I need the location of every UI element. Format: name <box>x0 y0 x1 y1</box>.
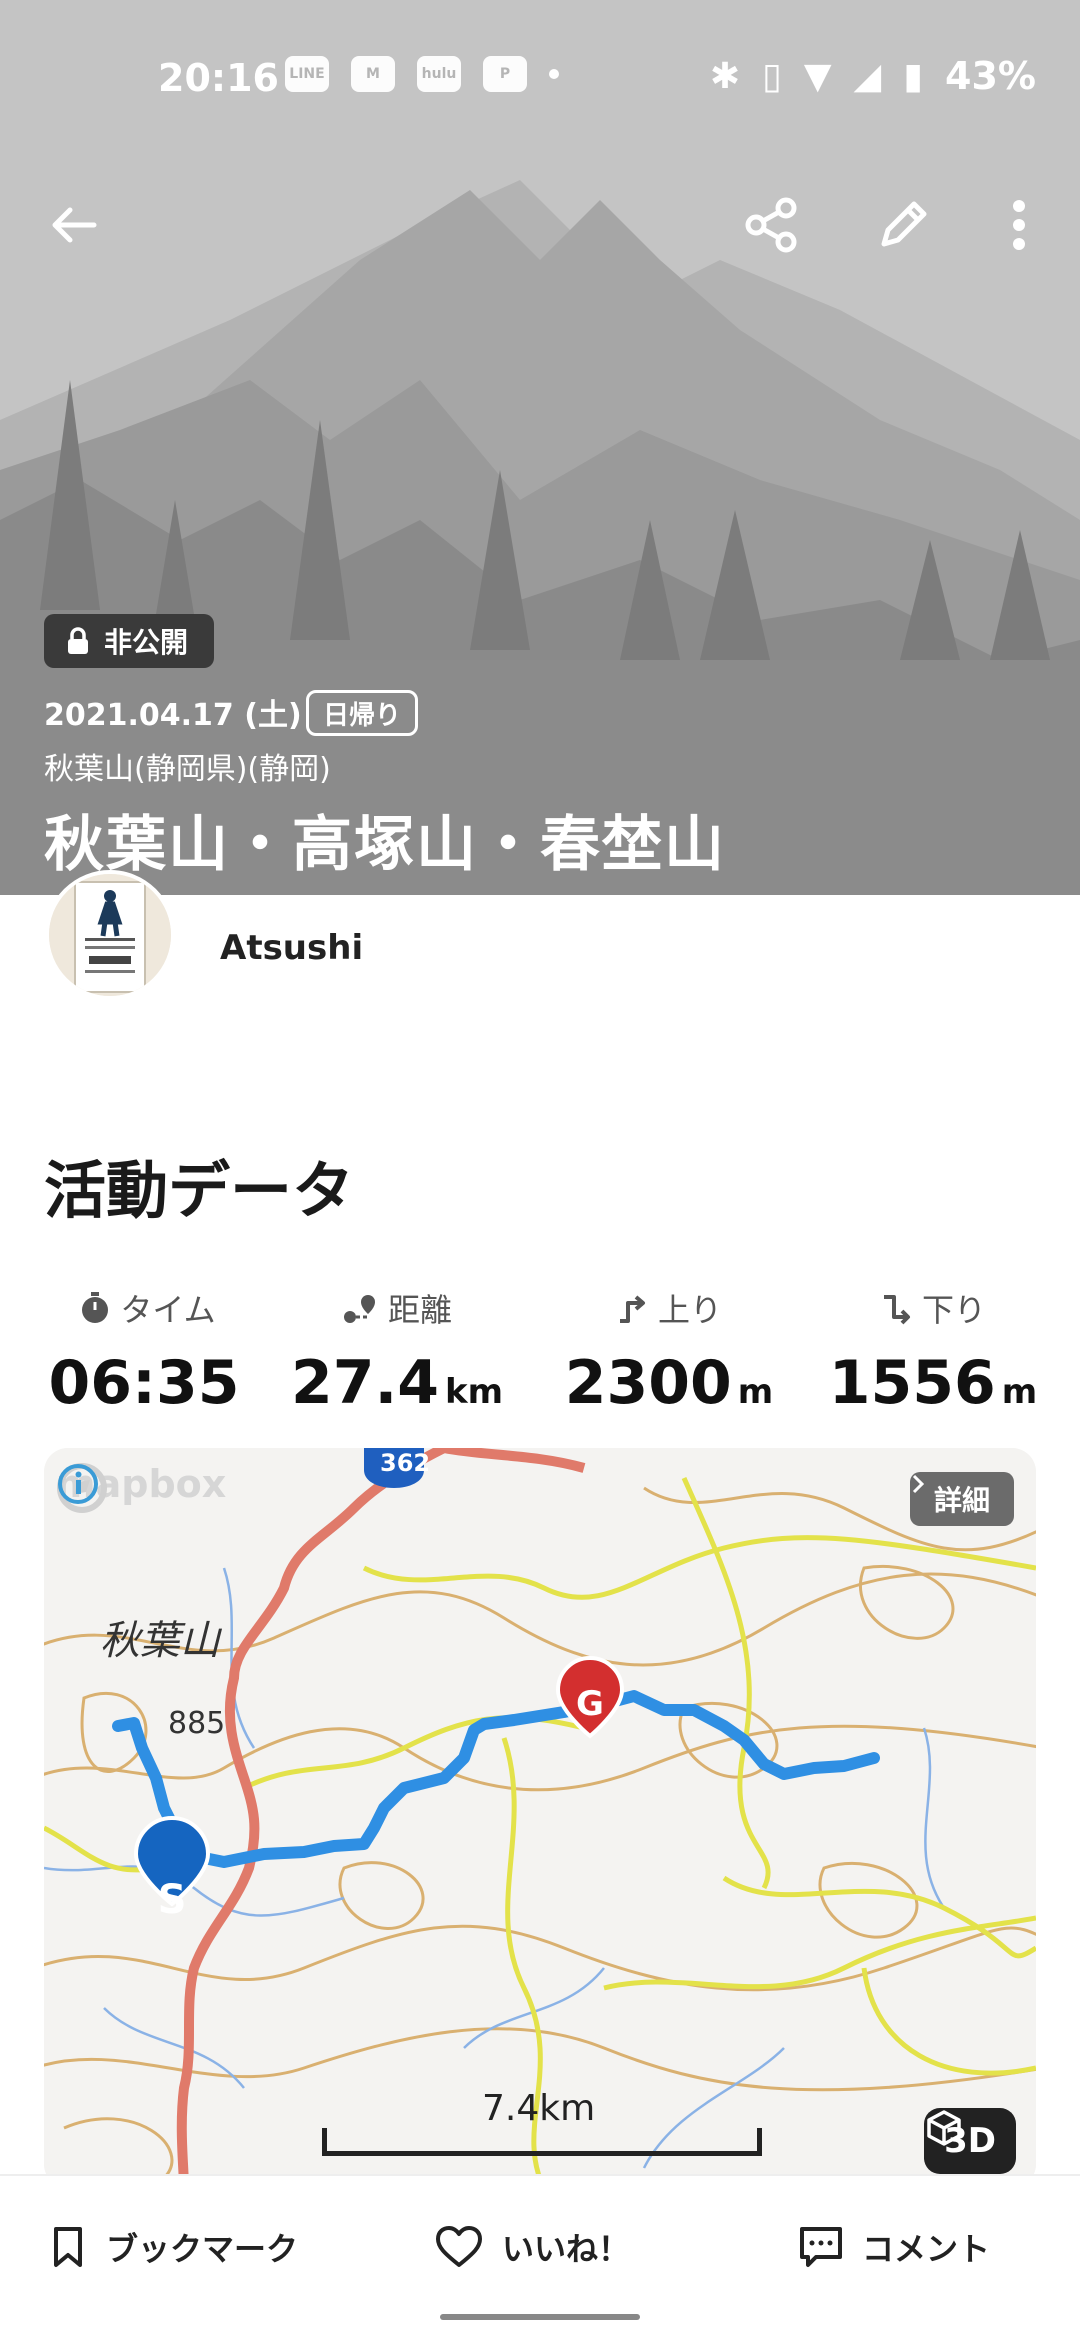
ascent-arrow-icon <box>619 1295 645 1323</box>
stat-distance-unit: km <box>445 1372 504 1412</box>
map-elevation-label: 885 <box>168 1706 226 1741</box>
stopwatch-icon <box>82 1292 109 1323</box>
mapbox-attribution[interactable]: mapbox <box>56 1462 226 1513</box>
privacy-badge: 非公開 <box>44 614 215 668</box>
hulu-app-icon: hulu <box>417 56 461 92</box>
bookmark-button[interactable]: ブックマーク <box>48 2224 298 2270</box>
stat-time-label-row: タイム <box>22 1286 272 1330</box>
stat-distance-label: 距離 <box>387 1291 452 1329</box>
paypay-app-icon: P <box>483 56 527 92</box>
back-arrow-icon[interactable] <box>40 190 110 260</box>
info-icon[interactable] <box>56 1462 100 1506</box>
hero-banner: 20:16 LINE M hulu P ✱ ▯ ▼ ◢ ▮ 43% 非公開 20… <box>0 0 1080 895</box>
bluetooth-icon: ✱ <box>709 55 741 97</box>
stat-time-label: タイム <box>120 1291 216 1329</box>
stat-ascent: 上り 2300 m <box>544 1286 794 1418</box>
stat-time-value-row: 06:35 <box>22 1348 272 1418</box>
comment-button[interactable]: コメント <box>798 2224 990 2270</box>
stat-ascent-label: 上り <box>657 1291 722 1329</box>
gmail-app-icon: M <box>351 56 395 92</box>
map-detail-button[interactable]: 詳細 <box>909 1472 1014 1526</box>
hike-date: 2021.04.17 (土) <box>44 698 302 733</box>
more-vertical-icon[interactable] <box>984 190 1054 260</box>
chevron-right-icon <box>912 1474 925 1494</box>
stat-descent-unit: m <box>1001 1372 1038 1412</box>
user-avatar[interactable] <box>45 870 175 1000</box>
cube-3d-icon <box>927 2110 961 2146</box>
signal-icon: ◢ <box>853 55 882 97</box>
road-number-label: 362 <box>380 1449 431 1477</box>
goal-marker-label: G <box>576 1684 604 1724</box>
trip-type-badge: 日帰り <box>306 690 419 736</box>
heart-icon <box>436 2226 482 2267</box>
stat-time-value: 06:35 <box>48 1348 240 1418</box>
descent-arrow-icon <box>883 1295 910 1325</box>
more-notifications-dot <box>549 69 559 79</box>
stat-distance-value-row: 27.4 km <box>272 1348 522 1418</box>
battery-icon: ▮ <box>903 55 924 97</box>
status-system-icons: ✱ ▯ ▼ ◢ ▮ 43% <box>710 54 1036 98</box>
stat-descent-label: 下り <box>921 1291 986 1329</box>
bookmark-label: ブックマーク <box>106 2230 299 2268</box>
stat-ascent-label-row: 上り <box>544 1286 794 1330</box>
line-app-icon: LINE <box>285 56 329 92</box>
home-indicator[interactable] <box>440 2314 640 2320</box>
map-canvas <box>44 1448 1036 2188</box>
route-map[interactable]: 362 S G 秋葉山 885 mapbox 詳細 7.4km 3D <box>44 1448 1036 2188</box>
stat-descent-label-row: 下り <box>808 1286 1058 1330</box>
stat-descent: 下り 1556 m <box>808 1286 1058 1418</box>
status-time: 20:16 <box>158 56 279 100</box>
like-button[interactable]: いいね！ <box>434 2224 630 2270</box>
route-distance-icon <box>343 1295 375 1323</box>
map-place-label: 秋葉山 <box>100 1618 220 1664</box>
stat-distance: 距離 27.4 km <box>272 1286 522 1418</box>
stat-distance-value: 27.4 <box>290 1348 439 1418</box>
status-bar: 20:16 LINE M hulu P ✱ ▯ ▼ ◢ ▮ 43% <box>0 0 1080 150</box>
stat-ascent-value-row: 2300 m <box>544 1348 794 1418</box>
start-marker-label: S <box>157 1877 187 1923</box>
wifi-icon: ▼ <box>803 55 832 97</box>
avatar-image <box>49 874 171 996</box>
activity-section-title: 活動データ <box>44 1154 355 1227</box>
hike-area: 秋葉山(静岡県)(静岡) <box>44 752 331 787</box>
stat-descent-value: 1556 <box>828 1348 996 1418</box>
lock-icon <box>68 627 88 654</box>
stat-ascent-unit: m <box>737 1372 774 1412</box>
map-scale-bar <box>322 2128 762 2156</box>
like-label: いいね！ <box>502 2230 631 2268</box>
map-detail-label: 詳細 <box>933 1484 990 1517</box>
status-notification-icons: LINE M hulu P <box>285 56 559 92</box>
share-icon[interactable] <box>736 190 806 260</box>
map-3d-button[interactable]: 3D <box>924 2108 1016 2174</box>
stat-ascent-value: 2300 <box>564 1348 732 1418</box>
bookmark-icon <box>54 2227 82 2267</box>
stat-time: タイム 06:35 <box>22 1286 272 1418</box>
stat-distance-label-row: 距離 <box>272 1286 522 1330</box>
user-name[interactable]: Atsushi <box>220 928 363 968</box>
privacy-label: 非公開 <box>104 626 189 659</box>
comment-label: コメント <box>862 2230 991 2268</box>
edit-pencil-icon[interactable] <box>868 190 938 260</box>
page-title: 秋葉山・高塚山・春埜山 <box>44 810 726 880</box>
comment-icon <box>800 2227 842 2267</box>
stat-descent-value-row: 1556 m <box>808 1348 1058 1418</box>
battery-percent: 43% <box>945 54 1036 98</box>
map-scale-label: 7.4km <box>482 2088 596 2129</box>
vibrate-icon: ▯ <box>762 55 782 97</box>
